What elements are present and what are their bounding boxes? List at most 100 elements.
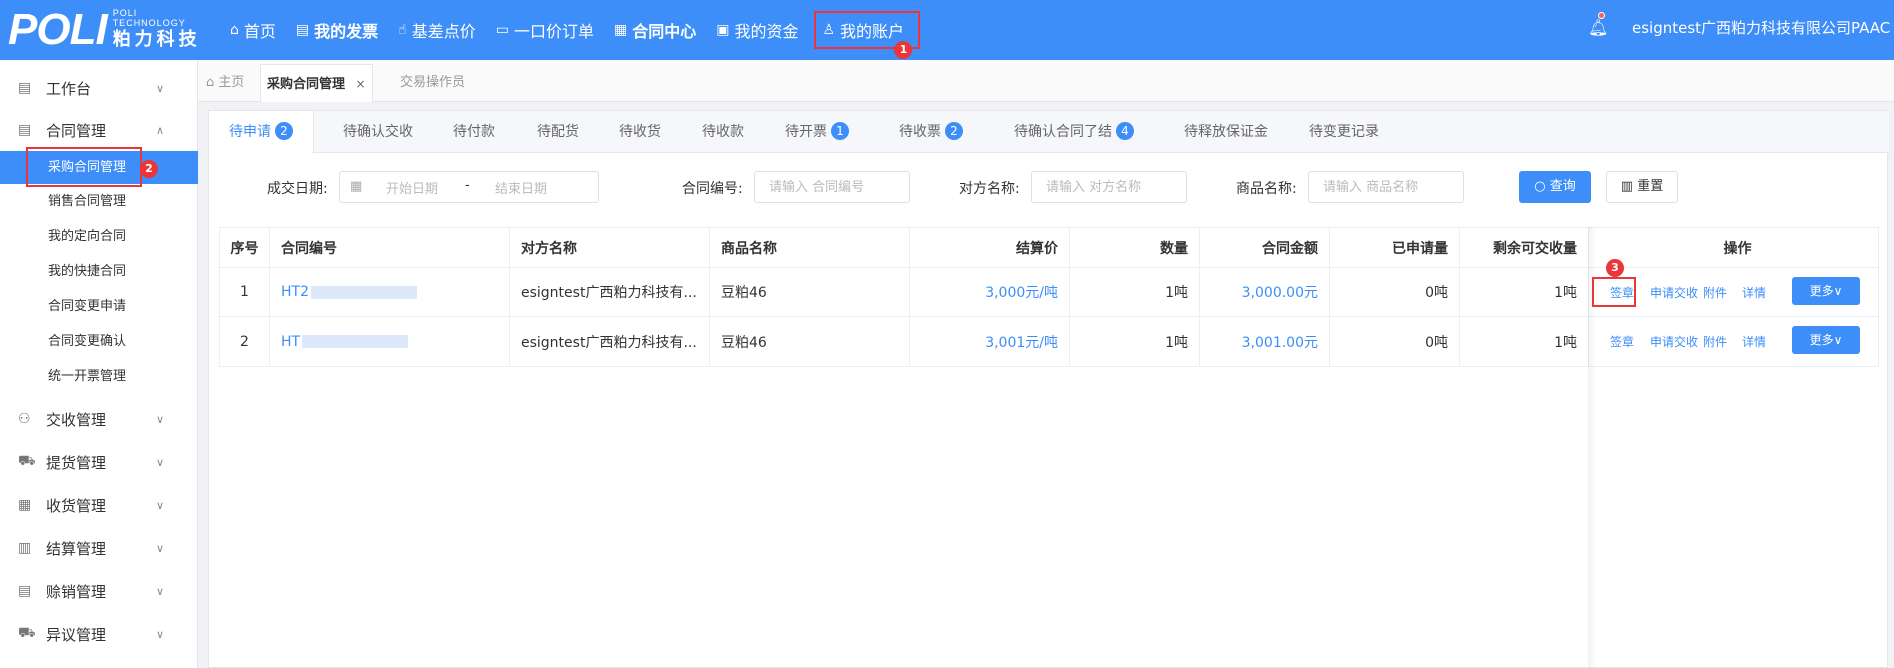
sidebar-item-sales-contracts[interactable]: 销售合同管理 <box>0 185 198 218</box>
nav-my-invoices[interactable]: ▤ 我的发票 <box>286 0 388 60</box>
count-badge: 4 <box>1116 122 1134 140</box>
page-tab-purchase-contracts[interactable]: 采购合同管理 × <box>260 64 373 102</box>
more-button[interactable]: 更多∨ <box>1792 277 1860 305</box>
more-button[interactable]: 更多∨ <box>1792 326 1860 354</box>
sidebar-item-quick-contracts[interactable]: 我的快捷合同 <box>0 255 198 288</box>
sign-link[interactable]: 签章 <box>1610 317 1634 366</box>
contract-icon: ▤ <box>18 122 32 138</box>
tab-pending-deposit-release[interactable]: 待释放保证金 <box>1184 111 1268 153</box>
sidebar-item-change-request[interactable]: 合同变更申请 <box>0 290 198 323</box>
tab-label: 待确认合同了结 <box>1014 124 1112 140</box>
page-tab-home-label: 主页 <box>218 75 245 90</box>
tab-pending-receipt[interactable]: 待收货 <box>619 111 661 153</box>
col-actions: 操作 <box>1723 240 1752 257</box>
sidebar-group-workbench[interactable]: ▤ 工作台 ∨ <box>0 68 198 108</box>
sidebar-group-contracts[interactable]: ▤ 合同管理 ∧ <box>0 110 198 150</box>
contract-amount: 3,001.00元 <box>1200 317 1330 366</box>
sidebar-group-handover[interactable]: ⚇ 交收管理 ∨ <box>0 399 198 439</box>
detail-link[interactable]: 详情 <box>1742 268 1766 316</box>
remaining-qty: 1吨 <box>1460 317 1589 366</box>
notification-dot <box>1598 12 1605 19</box>
col-contract-no: 合同编号 <box>270 228 510 267</box>
chevron-down-icon: ∨ <box>156 498 165 512</box>
logo-cn: 粕力科技 <box>112 29 201 50</box>
date-range-picker[interactable]: ▦ 开始日期 - 结束日期 <box>339 171 599 203</box>
sidebar-group-settlement[interactable]: ▥ 结算管理 ∨ <box>0 528 198 568</box>
col-amount: 合同金额 <box>1200 228 1330 267</box>
date-end[interactable]: 结束日期 <box>495 178 547 197</box>
credit-sale-icon: ▤ <box>18 583 32 599</box>
row-no: 2 <box>220 317 270 366</box>
tab-pending-contract-closure[interactable]: 待确认合同了结 4 <box>1014 111 1134 153</box>
receiving-icon: ▦ <box>18 497 32 513</box>
apply-handover-link[interactable]: 申请交收 <box>1650 317 1698 366</box>
contracts-table: 序号 合同编号 对方名称 商品名称 结算价 数量 合同金额 已申请量 剩余可交收… <box>219 227 1879 367</box>
search-button[interactable]: ○ 查询 <box>1519 171 1591 203</box>
chevron-down-icon: ∨ <box>156 412 165 426</box>
tab-label: 待申请 <box>229 124 271 140</box>
sidebar-group-pickup[interactable]: ⛟ 提货管理 ∨ <box>0 442 198 482</box>
calendar-icon: ▦ <box>350 179 363 194</box>
nav-home[interactable]: ⌂ 首页 <box>220 0 286 60</box>
sidebar-group-disputes[interactable]: ⛟ 异议管理 ∨ <box>0 614 198 654</box>
col-product: 商品名称 <box>710 228 910 267</box>
party-name-input[interactable] <box>1031 171 1187 203</box>
nav-basis-pricing[interactable]: ☝ 基差点价 <box>388 0 486 60</box>
count-badge: 1 <box>831 122 849 140</box>
apply-handover-link[interactable]: 申请交收 <box>1650 268 1698 316</box>
sidebar-group-label: 收货管理 <box>46 496 107 515</box>
col-price: 结算价 <box>910 228 1070 267</box>
close-icon[interactable]: × <box>356 77 366 91</box>
tab-pending-invoicing[interactable]: 待开票 1 <box>785 111 849 153</box>
page-tab-home[interactable]: ⌂ 主页 <box>206 64 244 102</box>
attachment-link[interactable]: 附件 <box>1703 268 1727 316</box>
tab-pending-change-records[interactable]: 待变更记录 <box>1309 111 1379 153</box>
sidebar-group-credit-sales[interactable]: ▤ 赊销管理 ∨ <box>0 571 198 611</box>
page-tab-trader[interactable]: 交易操作员 <box>400 64 465 102</box>
handover-icon: ⚇ <box>18 411 31 427</box>
user-menu[interactable]: esigntest广西粕力科技有限公司PAAC ∨ <box>1632 0 1894 60</box>
nav-my-invoices-label: 我的发票 <box>314 22 379 41</box>
top-navbar: POLI POLI TECHNOLOGY 粕力科技 ⌂ 首页 ▤ 我的发票 ☝ … <box>0 0 1894 60</box>
date-start[interactable]: 开始日期 <box>386 178 438 197</box>
contract-no-link[interactable]: HT2 <box>270 268 510 316</box>
nav-my-funds[interactable]: ▣ 我的资金 <box>706 0 808 60</box>
sidebar-item-purchase-contracts[interactable]: 采购合同管理 <box>0 151 198 184</box>
attachment-link[interactable]: 附件 <box>1703 317 1727 366</box>
tab-pending-collection[interactable]: 待收款 <box>702 111 744 153</box>
tab-pending-invoice-receipt[interactable]: 待收票 2 <box>899 111 963 153</box>
contract-no-text: HT2 <box>281 284 309 300</box>
product-name-input[interactable] <box>1308 171 1464 203</box>
tab-pending-apply[interactable]: 待申请 2 <box>209 111 314 154</box>
reset-button[interactable]: ▥ 重置 <box>1606 171 1678 203</box>
sidebar: ▤ 工作台 ∨ ▤ 合同管理 ∧ 采购合同管理 销售合同管理 我的定向合同 我的… <box>0 60 198 668</box>
tab-pending-handover-confirm[interactable]: 待确认交收 <box>343 111 413 153</box>
sidebar-group-receiving[interactable]: ▦ 收货管理 ∨ <box>0 485 198 525</box>
search-button-label: 查询 <box>1549 179 1576 194</box>
product-name: 豆粕46 <box>710 268 910 316</box>
logo-en-line1: POLI <box>112 8 138 18</box>
detail-link[interactable]: 详情 <box>1742 317 1766 366</box>
dispute-icon: ⛟ <box>18 625 36 641</box>
party-name-label: 对方名称: <box>959 181 1020 197</box>
contract-no-input[interactable] <box>754 171 910 203</box>
step-2-marker: 2 <box>140 160 158 178</box>
chevron-down-icon: ∨ <box>156 584 165 598</box>
logo-text: POLI TECHNOLOGY 粕力科技 <box>113 8 201 52</box>
applied-qty: 0吨 <box>1330 268 1460 316</box>
sidebar-item-change-confirm[interactable]: 合同变更确认 <box>0 325 198 358</box>
bell-icon[interactable]: 🔔︎ <box>1588 18 1608 37</box>
tab-pending-allocation[interactable]: 待配货 <box>537 111 579 153</box>
home-icon: ⌂ <box>230 22 239 38</box>
contract-no-link[interactable]: HT <box>270 317 510 366</box>
sidebar-item-unified-invoicing[interactable]: 统一开票管理 <box>0 360 198 393</box>
nav-my-account[interactable]: ♙ 我的账户 1 <box>814 11 921 59</box>
nav-fixed-price-orders[interactable]: ▭ 一口价订单 <box>486 0 604 60</box>
wallet-icon: ▣ <box>716 22 730 38</box>
invoice-icon: ▤ <box>295 22 310 38</box>
sidebar-item-directed-contracts[interactable]: 我的定向合同 <box>0 220 198 253</box>
redacted-block <box>311 285 417 299</box>
tab-pending-payment[interactable]: 待付款 <box>453 111 495 153</box>
nav-contract-center[interactable]: ▦ 合同中心 <box>604 0 706 60</box>
logo[interactable]: POLI POLI TECHNOLOGY 粕力科技 <box>8 6 201 54</box>
